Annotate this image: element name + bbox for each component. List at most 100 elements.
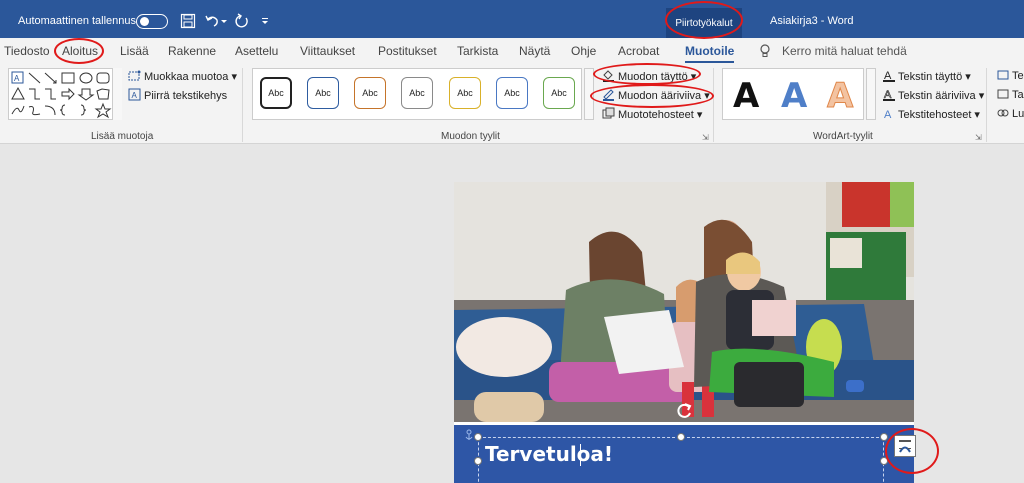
layout-options-icon <box>899 440 911 453</box>
draw-textbox-label: Piirrä tekstikehys <box>144 90 228 102</box>
create-link-button[interactable]: Lu <box>997 107 1024 120</box>
resize-handle[interactable] <box>677 433 685 441</box>
tab-layout[interactable]: Asettelu <box>235 44 278 58</box>
tab-design[interactable]: Rakenne <box>168 44 216 58</box>
align-text-icon <box>997 89 1009 99</box>
shape-styles-group-label: Muodon tyylit <box>441 131 500 142</box>
shapes-icon-grid[interactable]: A <box>9 69 113 119</box>
shapes-gallery[interactable]: A <box>8 68 118 120</box>
align-text-button[interactable]: Tas <box>997 88 1024 101</box>
layout-options-button[interactable] <box>894 435 916 457</box>
edit-shape-button[interactable]: Muokkaa muotoa ▾ <box>128 69 237 83</box>
shape-style-7[interactable]: Abc <box>543 77 575 109</box>
photo-image <box>454 182 914 422</box>
text-fill-icon: A <box>883 70 895 82</box>
tab-home[interactable]: Aloitus <box>62 44 98 58</box>
text-effects-icon: A <box>884 109 892 120</box>
insert-shapes-group-label: Lisää muotoja <box>91 131 154 142</box>
tab-help[interactable]: Ohje <box>571 44 596 58</box>
svg-text:A: A <box>14 74 20 83</box>
ribbon-separator <box>713 68 714 142</box>
tab-view[interactable]: Näytä <box>519 44 550 58</box>
textbox-icon: A <box>128 88 141 101</box>
text-effects-label: Tekstitehosteet <box>898 109 972 121</box>
shape-effects-icon <box>602 107 615 119</box>
tell-me-search[interactable]: Kerro mitä haluat tehdä <box>758 44 907 58</box>
lightbulb-icon <box>760 44 770 57</box>
wordart-style-black[interactable]: A <box>733 76 759 116</box>
create-link-label: Lu <box>1012 108 1024 120</box>
shape-outline-button[interactable]: Muodon ääriviiva ▾ <box>602 88 710 102</box>
tab-insert[interactable]: Lisää <box>120 44 149 58</box>
shape-styles-gallery: Abc Abc Abc Abc Abc Abc Abc <box>252 68 582 120</box>
word-window: Automaattinen tallennus Piirtotyökalut A… <box>0 0 1024 483</box>
draw-textbox-button[interactable]: A Piirrä tekstikehys <box>128 88 227 102</box>
pencil-icon <box>603 89 614 101</box>
resize-handle[interactable] <box>880 457 888 465</box>
wordart-gallery-scroll[interactable] <box>866 68 876 120</box>
resize-handle[interactable] <box>880 433 888 441</box>
autosave-label: Automaattinen tallennus <box>18 15 137 27</box>
tab-mailings[interactable]: Postitukset <box>378 44 437 58</box>
text-outline-label: Tekstin ääriviiva <box>898 90 976 102</box>
shapes-gallery-scroll[interactable] <box>112 68 122 120</box>
welcome-heading[interactable]: Tervetuloa! <box>485 442 613 466</box>
tab-acrobat[interactable]: Acrobat <box>618 44 659 58</box>
svg-text:A: A <box>884 109 892 120</box>
redo-icon[interactable] <box>234 13 250 29</box>
title-bar: Automaattinen tallennus Piirtotyökalut A… <box>0 0 1024 38</box>
shape-fill-button[interactable]: Muodon täyttö ▾ <box>602 69 696 83</box>
paint-bucket-icon <box>603 70 614 82</box>
text-outline-button[interactable]: A Tekstin ääriviiva ▾ <box>883 88 984 102</box>
edit-shape-icon <box>128 70 141 81</box>
tab-format[interactable]: Muotoile <box>685 44 735 63</box>
svg-text:A: A <box>132 91 138 100</box>
wordart-launcher-icon[interactable]: ⇲ <box>975 133 982 142</box>
shape-effects-label: Muototehosteet <box>618 109 694 121</box>
shape-style-5[interactable]: Abc <box>449 77 481 109</box>
wordart-style-blue[interactable]: A <box>781 76 807 116</box>
text-outline-icon: A <box>883 89 895 101</box>
customize-quick-access-icon[interactable] <box>260 13 270 29</box>
tab-file[interactable]: Tiedosto <box>4 44 50 58</box>
text-effects-button[interactable]: A Tekstitehosteet ▾ <box>883 107 980 121</box>
resize-handle[interactable] <box>474 433 482 441</box>
anchor-icon <box>465 429 473 440</box>
ribbon-separator <box>986 68 987 142</box>
shape-style-3[interactable]: Abc <box>354 77 386 109</box>
shape-style-6[interactable]: Abc <box>496 77 528 109</box>
shape-fill-label: Muodon täyttö <box>618 71 688 83</box>
shape-outline-label: Muodon ääriviiva <box>618 90 702 102</box>
wordart-style-orange[interactable]: A <box>826 76 853 117</box>
ribbon-tabs: Tiedosto Aloitus Lisää Rakenne Asettelu … <box>0 38 1024 64</box>
document-page[interactable]: Tervetuloa! <box>454 182 916 483</box>
shape-styles-scroll[interactable] <box>584 68 594 120</box>
wordart-gallery: A A A <box>722 68 864 120</box>
undo-icon[interactable] <box>204 13 220 29</box>
undo-dropdown-icon[interactable] <box>220 13 228 29</box>
edit-shape-label: Muokkaa muotoa <box>144 71 229 83</box>
tab-references[interactable]: Viittaukset <box>300 44 355 58</box>
save-icon[interactable] <box>180 13 196 29</box>
resize-handle[interactable] <box>474 457 482 465</box>
family-photo[interactable] <box>454 182 914 422</box>
ribbon-separator <box>242 68 243 142</box>
text-direction-label: Tek <box>1012 70 1024 82</box>
text-direction-button[interactable]: Tek <box>997 69 1024 82</box>
ribbon: A Muokkaa muotoa ▾ A Piirrä tekstikehys … <box>0 64 1024 144</box>
shape-style-1[interactable]: Abc <box>260 77 292 109</box>
shape-effects-button[interactable]: Muototehosteet ▾ <box>602 107 702 121</box>
align-text-label: Tas <box>1012 89 1024 101</box>
rotate-handle-icon[interactable] <box>674 401 694 421</box>
drawing-tools-tab[interactable]: Piirtotyökalut <box>666 8 742 38</box>
shape-style-4[interactable]: Abc <box>401 77 433 109</box>
shape-styles-launcher-icon[interactable]: ⇲ <box>702 133 709 142</box>
tell-me-text: Kerro mitä haluat tehdä <box>782 44 907 58</box>
text-fill-label: Tekstin täyttö <box>898 71 963 83</box>
shape-style-2[interactable]: Abc <box>307 77 339 109</box>
tab-review[interactable]: Tarkista <box>457 44 498 58</box>
link-icon <box>997 109 1009 117</box>
autosave-toggle[interactable] <box>136 14 168 29</box>
text-cursor <box>580 444 581 466</box>
text-fill-button[interactable]: A Tekstin täyttö ▾ <box>883 69 971 83</box>
